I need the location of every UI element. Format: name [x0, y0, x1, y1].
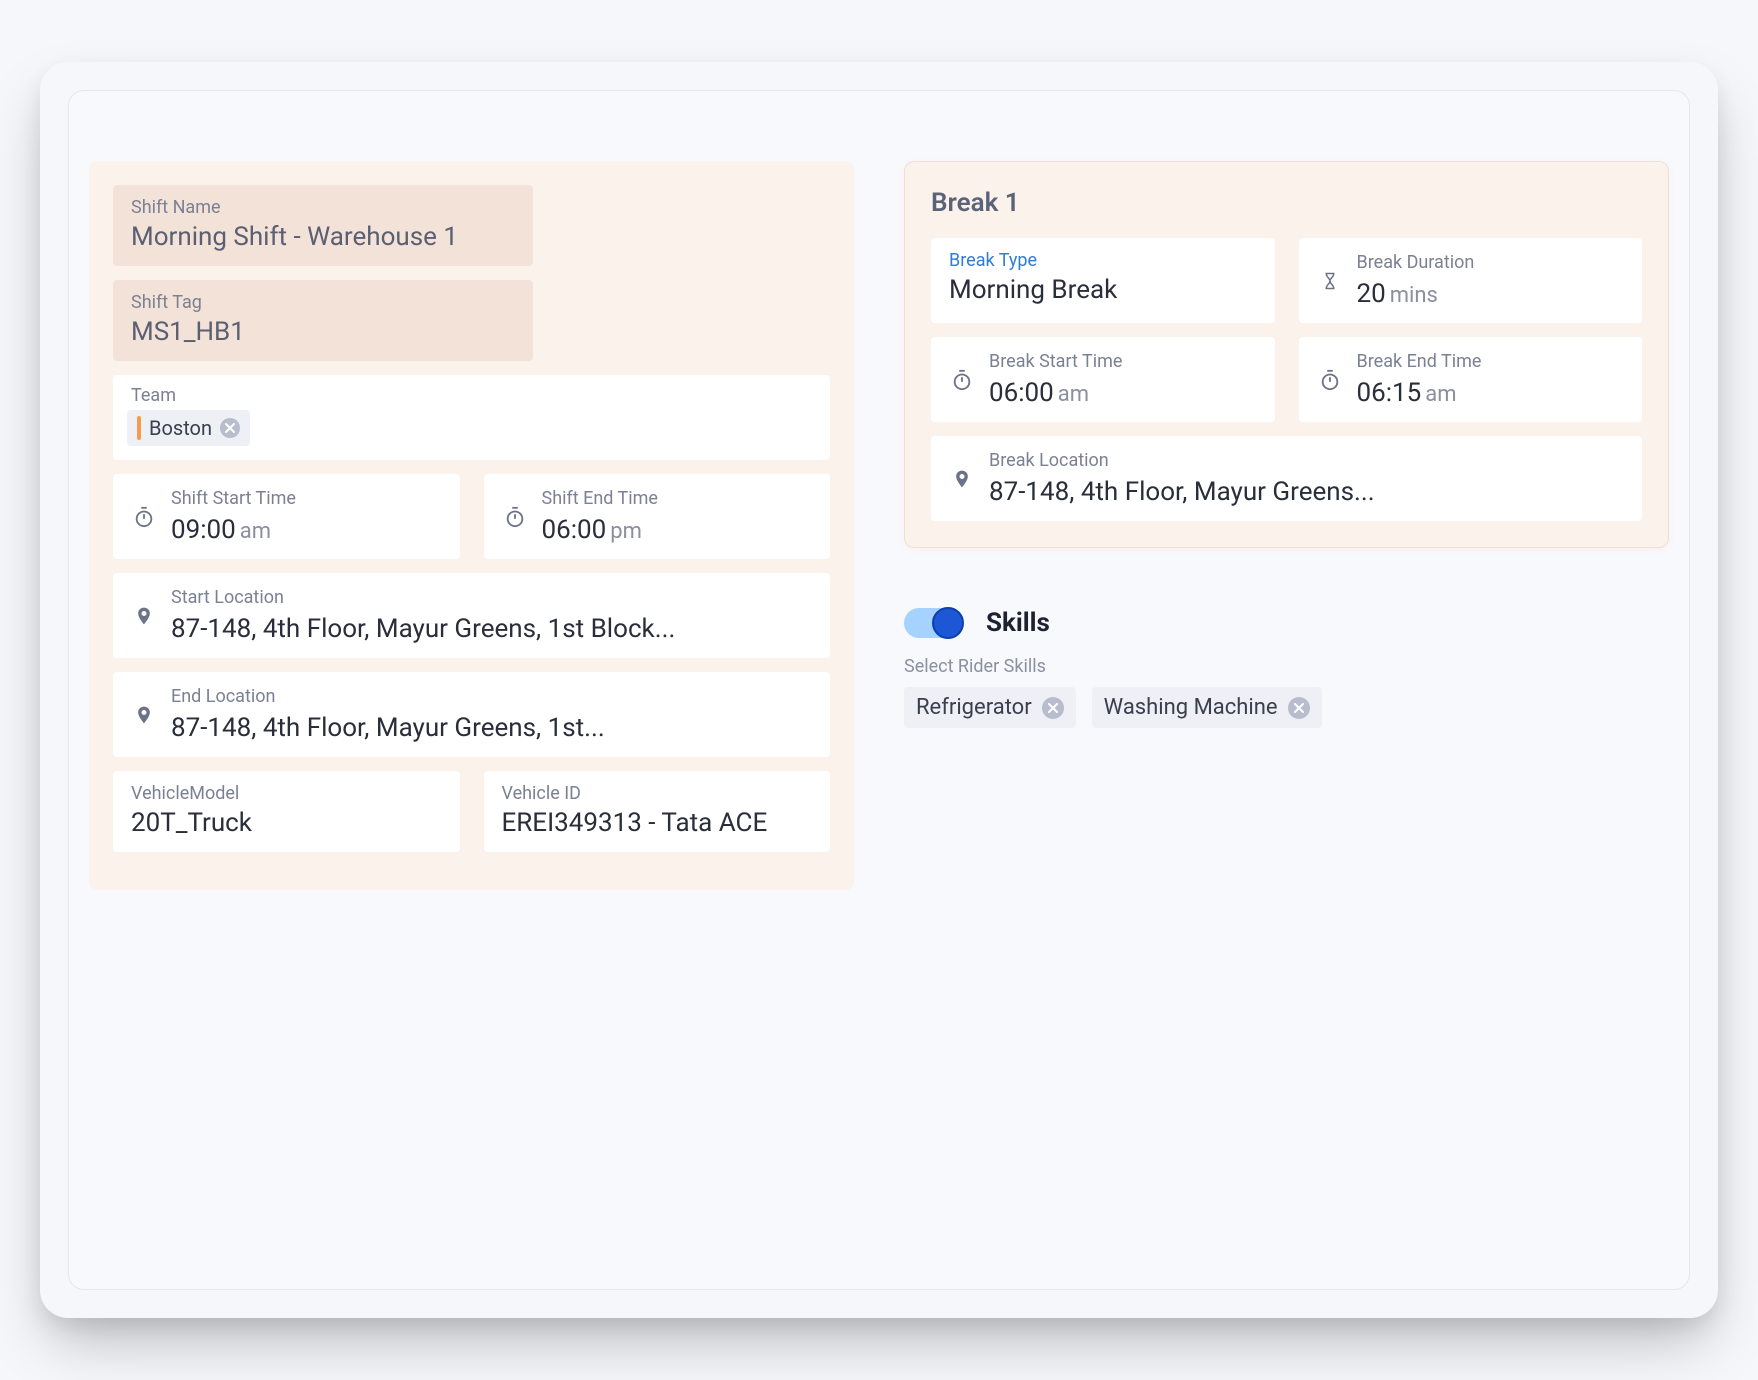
location-pin-icon [131, 603, 157, 629]
tag-accent [137, 416, 141, 440]
vehicle-model-value: 20T_Truck [131, 808, 252, 838]
break-start-time-value: 06:00am [989, 378, 1122, 408]
skills-header: Skills [904, 608, 1669, 638]
team-field[interactable]: Team Boston [113, 375, 830, 460]
break-type-value: Morning Break [949, 275, 1117, 305]
team-tag: Boston [127, 410, 250, 446]
hourglass-icon [1317, 268, 1343, 294]
shift-name-label: Shift Name [131, 197, 515, 218]
break-panel: Break 1 Break Type Morning Break Break D… [904, 161, 1669, 548]
shift-name-value: Morning Shift - Warehouse 1 [131, 222, 458, 252]
break-location-value: 87-148, 4th Floor, Mayur Greens... [989, 477, 1375, 507]
break-end-time-label: Break End Time [1357, 351, 1482, 372]
app-screen: Shift Name Morning Shift - Warehouse 1 S… [68, 90, 1690, 1290]
shift-start-time-label: Shift Start Time [171, 488, 296, 509]
remove-team-tag-icon[interactable] [220, 418, 240, 438]
break-start-time-label: Break Start Time [989, 351, 1122, 372]
skill-tag-text: Washing Machine [1104, 695, 1278, 720]
shift-start-time-field[interactable]: Shift Start Time 09:00am [113, 474, 460, 559]
device-frame: Shift Name Morning Shift - Warehouse 1 S… [40, 62, 1718, 1318]
remove-skill-icon[interactable] [1288, 697, 1310, 719]
shift-start-time-value: 09:00am [171, 515, 296, 545]
break-end-time-field[interactable]: Break End Time 06:15am [1299, 337, 1643, 422]
skill-tag: Refrigerator [904, 687, 1076, 728]
shift-tag-value: MS1_HB1 [131, 317, 245, 347]
break-type-label: Break Type [949, 250, 1257, 271]
end-location-value: 87-148, 4th Floor, Mayur Greens, 1st... [171, 713, 605, 743]
vehicle-id-value: EREI349313 - Tata ACE [502, 808, 768, 838]
stopwatch-icon [949, 367, 975, 393]
break-end-time-value: 06:15am [1357, 378, 1482, 408]
stopwatch-icon [502, 504, 528, 530]
break-skills-column: Break 1 Break Type Morning Break Break D… [904, 161, 1669, 1149]
stopwatch-icon [1317, 367, 1343, 393]
shift-tag-field[interactable]: Shift Tag MS1_HB1 [113, 280, 533, 361]
skill-tag: Washing Machine [1092, 687, 1322, 728]
skills-title: Skills [986, 608, 1050, 638]
break-type-field[interactable]: Break Type Morning Break [931, 238, 1275, 323]
start-location-label: Start Location [171, 587, 675, 608]
break-location-label: Break Location [989, 450, 1375, 471]
end-location-label: End Location [171, 686, 605, 707]
remove-skill-icon[interactable] [1042, 697, 1064, 719]
shift-name-field[interactable]: Shift Name Morning Shift - Warehouse 1 [113, 185, 533, 266]
break-title: Break 1 [931, 188, 1642, 218]
shift-end-time-label: Shift End Time [542, 488, 658, 509]
skills-select-label: Select Rider Skills [904, 656, 1669, 677]
shift-end-time-value: 06:00pm [542, 515, 658, 545]
team-label: Team [131, 385, 816, 406]
start-location-field[interactable]: Start Location 87-148, 4th Floor, Mayur … [113, 573, 830, 658]
stopwatch-icon [131, 504, 157, 530]
vehicle-model-label: VehicleModel [131, 783, 442, 804]
break-location-field[interactable]: Break Location 87-148, 4th Floor, Mayur … [931, 436, 1642, 521]
shift-panel: Shift Name Morning Shift - Warehouse 1 S… [89, 161, 854, 890]
team-tag-text: Boston [149, 416, 212, 440]
vehicle-id-field[interactable]: Vehicle ID EREI349313 - Tata ACE [484, 771, 831, 852]
break-start-time-field[interactable]: Break Start Time 06:00am [931, 337, 1275, 422]
skills-toggle[interactable] [904, 608, 962, 638]
break-duration-field[interactable]: Break Duration 20mins [1299, 238, 1643, 323]
shift-tag-label: Shift Tag [131, 292, 515, 313]
shift-end-time-field[interactable]: Shift End Time 06:00pm [484, 474, 831, 559]
skills-tags[interactable]: Refrigerator Washing Machine [904, 687, 1669, 728]
start-location-value: 87-148, 4th Floor, Mayur Greens, 1st Blo… [171, 614, 675, 644]
end-location-field[interactable]: End Location 87-148, 4th Floor, Mayur Gr… [113, 672, 830, 757]
skill-tag-text: Refrigerator [916, 695, 1032, 720]
location-pin-icon [131, 702, 157, 728]
toggle-knob [932, 607, 964, 639]
break-duration-value: 20mins [1357, 279, 1475, 309]
vehicle-model-field[interactable]: VehicleModel 20T_Truck [113, 771, 460, 852]
location-pin-icon [949, 466, 975, 492]
shift-column: Shift Name Morning Shift - Warehouse 1 S… [89, 161, 854, 1149]
break-duration-label: Break Duration [1357, 252, 1475, 273]
vehicle-id-label: Vehicle ID [502, 783, 813, 804]
